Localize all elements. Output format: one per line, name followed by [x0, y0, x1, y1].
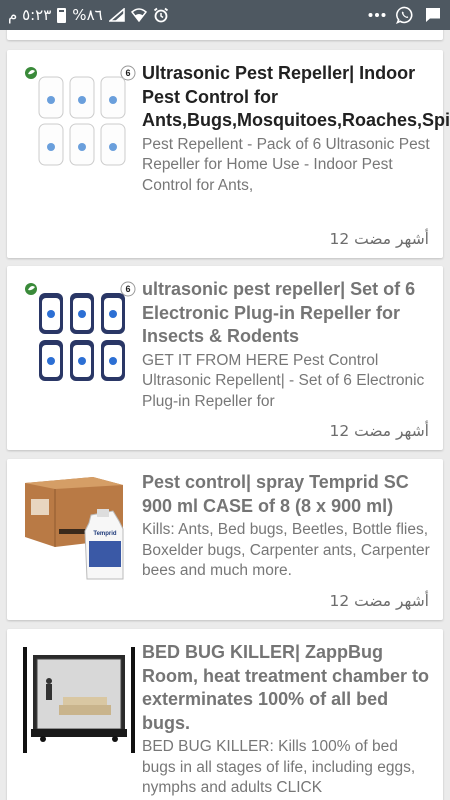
message-icon	[424, 6, 442, 24]
post-thumbnail[interactable]: 6	[23, 64, 141, 174]
post-time: 12 أشهر مضت	[329, 422, 429, 440]
post-thumbnail[interactable]	[23, 647, 141, 753]
post-title[interactable]: Ultrasonic Pest Repeller| Indoor Pest Co…	[142, 62, 450, 133]
post-description: Pest Repellent - Pack of 6 Ultrasonic Pe…	[142, 135, 430, 194]
post-time: 12 أشهر مضت	[329, 230, 429, 248]
previous-post-card[interactable]	[7, 30, 443, 40]
signal-icon	[108, 8, 125, 22]
post-feed: 6 Ultrasonic Pest Repeller| Indoor Pest …	[0, 30, 450, 800]
post-card[interactable]: BED BUG KILLER| ZappBug Room, heat treat…	[7, 629, 443, 800]
wifi-icon	[130, 8, 147, 22]
alarm-icon	[153, 7, 169, 23]
battery-icon	[57, 7, 67, 23]
pack-count-label: 6	[125, 68, 130, 78]
post-thumbnail[interactable]: Temprid	[23, 475, 141, 581]
post-description: Kills: Ants, Bed bugs, Beetles, Bottle f…	[142, 521, 430, 579]
battery-percent: %٨٦	[72, 6, 103, 24]
post-content: BED BUG KILLER| ZappBug Room, heat treat…	[142, 641, 433, 799]
post-description: BED BUG KILLER: Kills 100% of bed bugs i…	[142, 738, 416, 796]
clock: ٥:٢٣ م	[8, 6, 52, 24]
status-right	[368, 6, 442, 24]
whatsapp-icon	[396, 6, 414, 24]
status-bar: ٥:٢٣ م %٨٦	[0, 0, 450, 30]
more-icon	[368, 12, 386, 18]
post-description: GET IT FROM HERE Pest Control Ultrasonic…	[142, 351, 425, 410]
post-card[interactable]: 6 Ultrasonic Pest Repeller| Indoor Pest …	[7, 50, 450, 258]
post-thumbnail[interactable]: 6	[23, 280, 141, 390]
post-time: 12 أشهر مضت	[329, 592, 429, 610]
post-content: Pest control| spray Temprid SC 900 ml CA…	[142, 471, 433, 582]
status-left: ٥:٢٣ م %٨٦	[8, 6, 169, 24]
post-title[interactable]: BED BUG KILLER| ZappBug Room, heat treat…	[142, 641, 433, 735]
post-title[interactable]: Pest control| spray Temprid SC 900 ml CA…	[142, 471, 433, 518]
post-content: ultrasonic pest repeller| Set of 6 Elect…	[142, 278, 433, 412]
post-card[interactable]: 6 ultrasonic pest repeller| Set of 6 Ele…	[7, 266, 443, 450]
post-card[interactable]: Temprid Pest control| spray Temprid SC 9…	[7, 459, 443, 620]
post-content: Ultrasonic Pest Repeller| Indoor Pest Co…	[142, 62, 450, 196]
product-label: Temprid	[93, 531, 117, 537]
post-title[interactable]: ultrasonic pest repeller| Set of 6 Elect…	[142, 278, 433, 349]
pack-count-label: 6	[125, 284, 130, 294]
